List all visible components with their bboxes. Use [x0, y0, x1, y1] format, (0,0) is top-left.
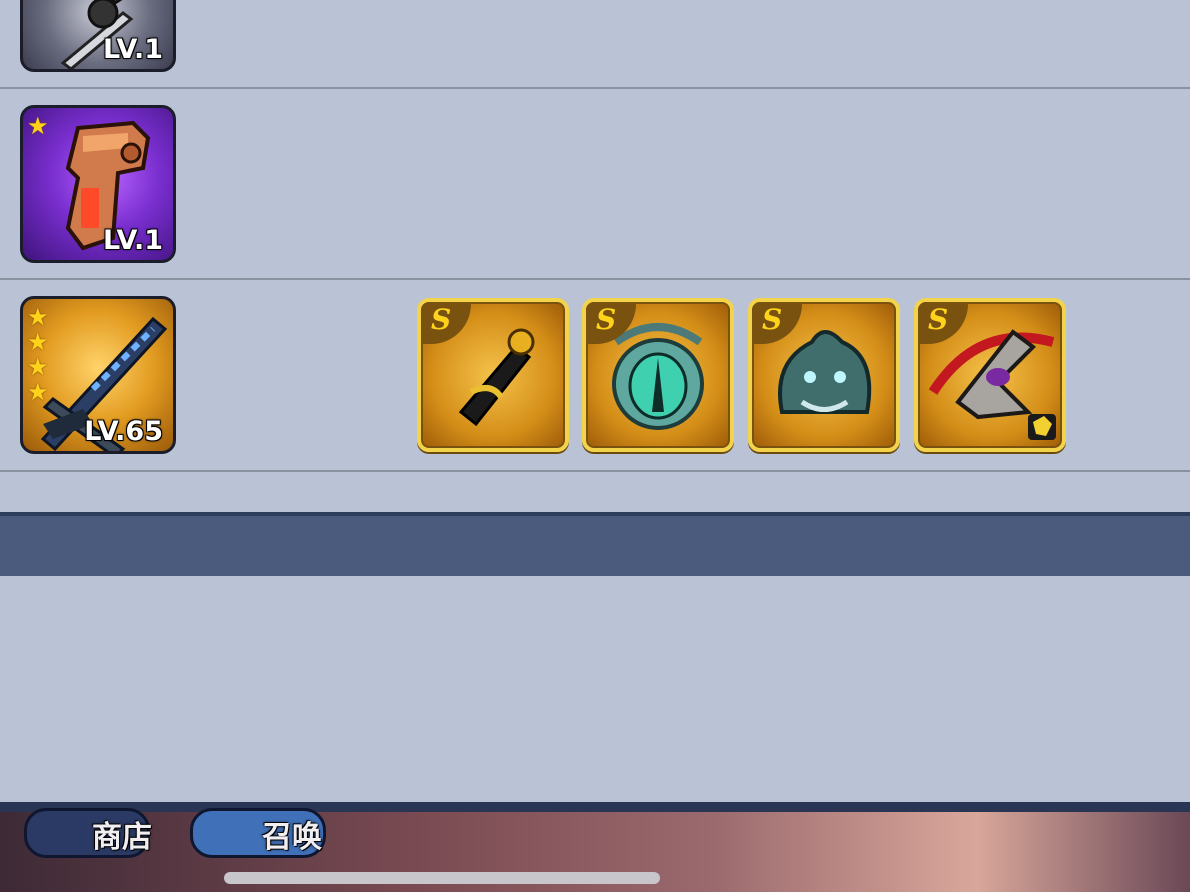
row-divider	[0, 87, 1190, 89]
star-icon: ★	[27, 378, 49, 406]
star-icon: ★	[27, 112, 49, 140]
weapon-level: LV.1	[103, 34, 163, 65]
weapon-card-2[interactable]: ★ LV.1	[20, 105, 176, 263]
weapon-level: LV.1	[103, 225, 163, 256]
section-header-bar	[0, 512, 1190, 576]
nav-shop-label[interactable]: 商店	[92, 812, 152, 856]
skill-slot-4[interactable]: S	[914, 298, 1066, 452]
skill-slot-1[interactable]: S	[417, 298, 569, 452]
home-indicator[interactable]	[224, 872, 660, 884]
star-rating: ★ ★ ★ ★	[27, 305, 49, 405]
weapon-card-3[interactable]: ★ ★ ★ ★ LV.65	[20, 296, 176, 454]
star-rating: ★	[27, 114, 49, 139]
star-icon: ★	[27, 353, 49, 381]
weapon-card-1[interactable]: LV.1	[20, 0, 176, 72]
skill-slot-3[interactable]: S	[748, 298, 900, 452]
star-icon: ★	[27, 328, 49, 356]
weapon-level: LV.65	[84, 416, 163, 447]
star-icon: ★	[27, 303, 49, 331]
row-divider	[0, 278, 1190, 280]
skill-slot-2[interactable]: S	[582, 298, 734, 452]
nav-summon-label[interactable]: 召唤	[262, 812, 322, 856]
row-divider	[0, 470, 1190, 472]
